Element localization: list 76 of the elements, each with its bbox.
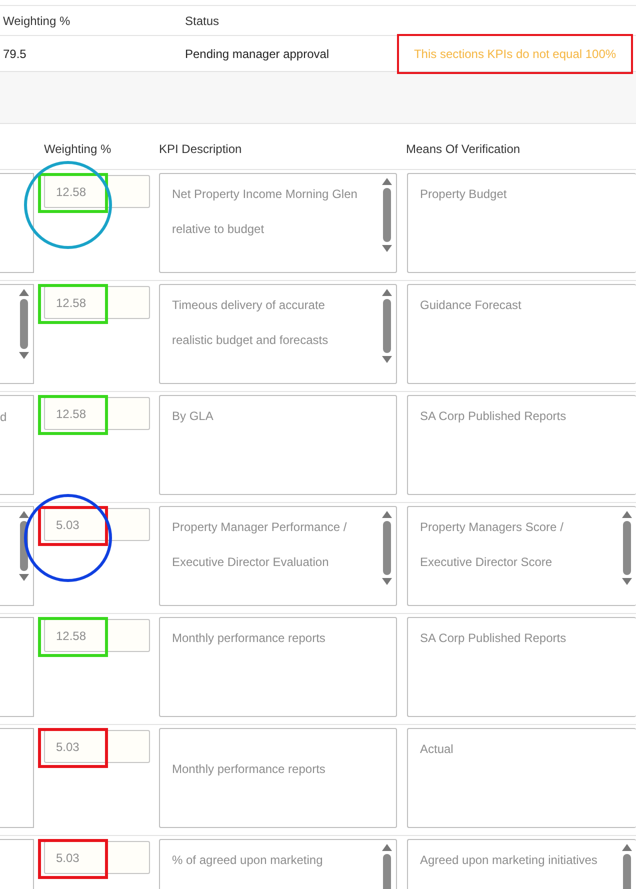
weighting-input[interactable]: 12.58 — [44, 619, 150, 652]
text-area[interactable]: Monthly performance reports — [159, 617, 397, 717]
text-line: Agreed upon marketing initiatives — [420, 852, 598, 869]
text-line: SA Corp Published Reports — [420, 630, 568, 647]
scroll-thumb[interactable] — [623, 521, 631, 575]
text-line: By GLA — [172, 408, 214, 425]
text-area[interactable]: Timeous delivery of accurate realistic budget and forecasts — [159, 284, 397, 384]
scroll-up-arrow-icon[interactable] — [382, 844, 392, 851]
scroll-up-arrow-icon[interactable] — [382, 178, 392, 185]
column-header: Weighting % — [2, 12, 72, 30]
weighting-input[interactable]: 12.58 — [44, 286, 150, 319]
text-area[interactable]: Property Manager Performance / Executive Director Evaluation — [159, 506, 397, 606]
warning-message: This sections KPIs do not equal 100% — [397, 34, 633, 74]
text-line: Executive Director Score — [420, 554, 554, 571]
scroll-thumb[interactable] — [383, 299, 391, 353]
scroll-up-arrow-icon[interactable] — [622, 844, 632, 851]
text-area[interactable]: % of agreed upon marketing — [159, 839, 397, 889]
text-area[interactable]: Property Managers Score / Executive Director Score — [407, 506, 636, 606]
text-area[interactable]: Net Property Income Morning Glen relative to budget — [159, 173, 397, 273]
text-line: realistic budget and forecasts — [172, 332, 330, 349]
scrollbar[interactable] — [621, 511, 633, 585]
table-cell-text: Pending manager approval — [185, 46, 330, 62]
scroll-down-arrow-icon[interactable] — [19, 352, 29, 359]
scroll-up-arrow-icon[interactable] — [382, 289, 392, 296]
weighting-input[interactable]: 12.58 — [44, 175, 150, 208]
text-line: Actual — [420, 741, 454, 758]
scrollbar[interactable] — [381, 511, 393, 585]
scroll-up-arrow-icon[interactable] — [382, 511, 392, 518]
scroll-up-arrow-icon[interactable] — [19, 289, 29, 296]
text-line: % of agreed upon marketing — [172, 852, 324, 869]
text-line: Guidance Forecast — [420, 297, 522, 314]
scrollbar[interactable] — [381, 289, 393, 363]
text-area[interactable]: By GLA — [159, 395, 397, 495]
text-line: relative to budget — [172, 221, 266, 238]
scroll-down-arrow-icon[interactable] — [19, 574, 29, 581]
scrollbar[interactable] — [18, 511, 30, 581]
column-header: KPI Description — [159, 141, 243, 158]
text-line: SA Corp Published Reports — [420, 408, 568, 425]
text-line: Net Property Income Morning Glen — [172, 186, 358, 203]
weighting-input[interactable]: 5.03 — [44, 841, 150, 874]
text-area[interactable]: Property Budget — [407, 173, 636, 273]
scroll-thumb[interactable] — [20, 299, 28, 349]
text-area[interactable]: Agreed upon marketing initiatives — [407, 839, 636, 889]
text-line: Executive Director Evaluation — [172, 554, 330, 571]
text-area[interactable]: Guidance Forecast — [407, 284, 636, 384]
text-line: Timeous delivery of accurate — [172, 297, 326, 314]
weighting-input[interactable]: 5.03 — [44, 508, 150, 541]
text-area[interactable] — [0, 284, 34, 384]
text-line: d — [0, 410, 7, 424]
text-line: Monthly performance reports — [172, 630, 326, 647]
text-area[interactable]: d — [0, 395, 34, 495]
text-line: Property Budget — [420, 186, 508, 203]
text-area[interactable]: SA Corp Published Reports — [407, 395, 636, 495]
scroll-up-arrow-icon[interactable] — [622, 511, 632, 518]
text-line: Property Manager Performance / — [172, 519, 348, 536]
scroll-down-arrow-icon[interactable] — [382, 245, 392, 252]
text-line: Monthly performance reports — [172, 760, 326, 778]
text-area[interactable]: Actual — [407, 728, 636, 828]
scrollbar[interactable] — [381, 178, 393, 252]
text-area[interactable] — [0, 506, 34, 606]
column-header: Weighting % — [44, 141, 112, 158]
scroll-thumb[interactable] — [383, 188, 391, 242]
weighting-input[interactable]: 5.03 — [44, 730, 150, 763]
scrollbar[interactable] — [18, 289, 30, 359]
scroll-down-arrow-icon[interactable] — [382, 578, 392, 585]
scroll-down-arrow-icon[interactable] — [382, 356, 392, 363]
scroll-down-arrow-icon[interactable] — [622, 578, 632, 585]
weighting-input[interactable]: 12.58 — [44, 397, 150, 430]
column-header: Status — [185, 12, 220, 30]
scroll-thumb[interactable] — [383, 521, 391, 575]
text-line: Property Managers Score / — [420, 519, 564, 536]
text-area[interactable]: SA Corp Published Reports — [407, 617, 636, 717]
column-header: Means Of Verification — [406, 141, 520, 158]
scroll-up-arrow-icon[interactable] — [19, 511, 29, 518]
table-cell-text: 79.5 — [2, 46, 28, 62]
text-area[interactable]: Monthly performance reports — [159, 728, 397, 828]
